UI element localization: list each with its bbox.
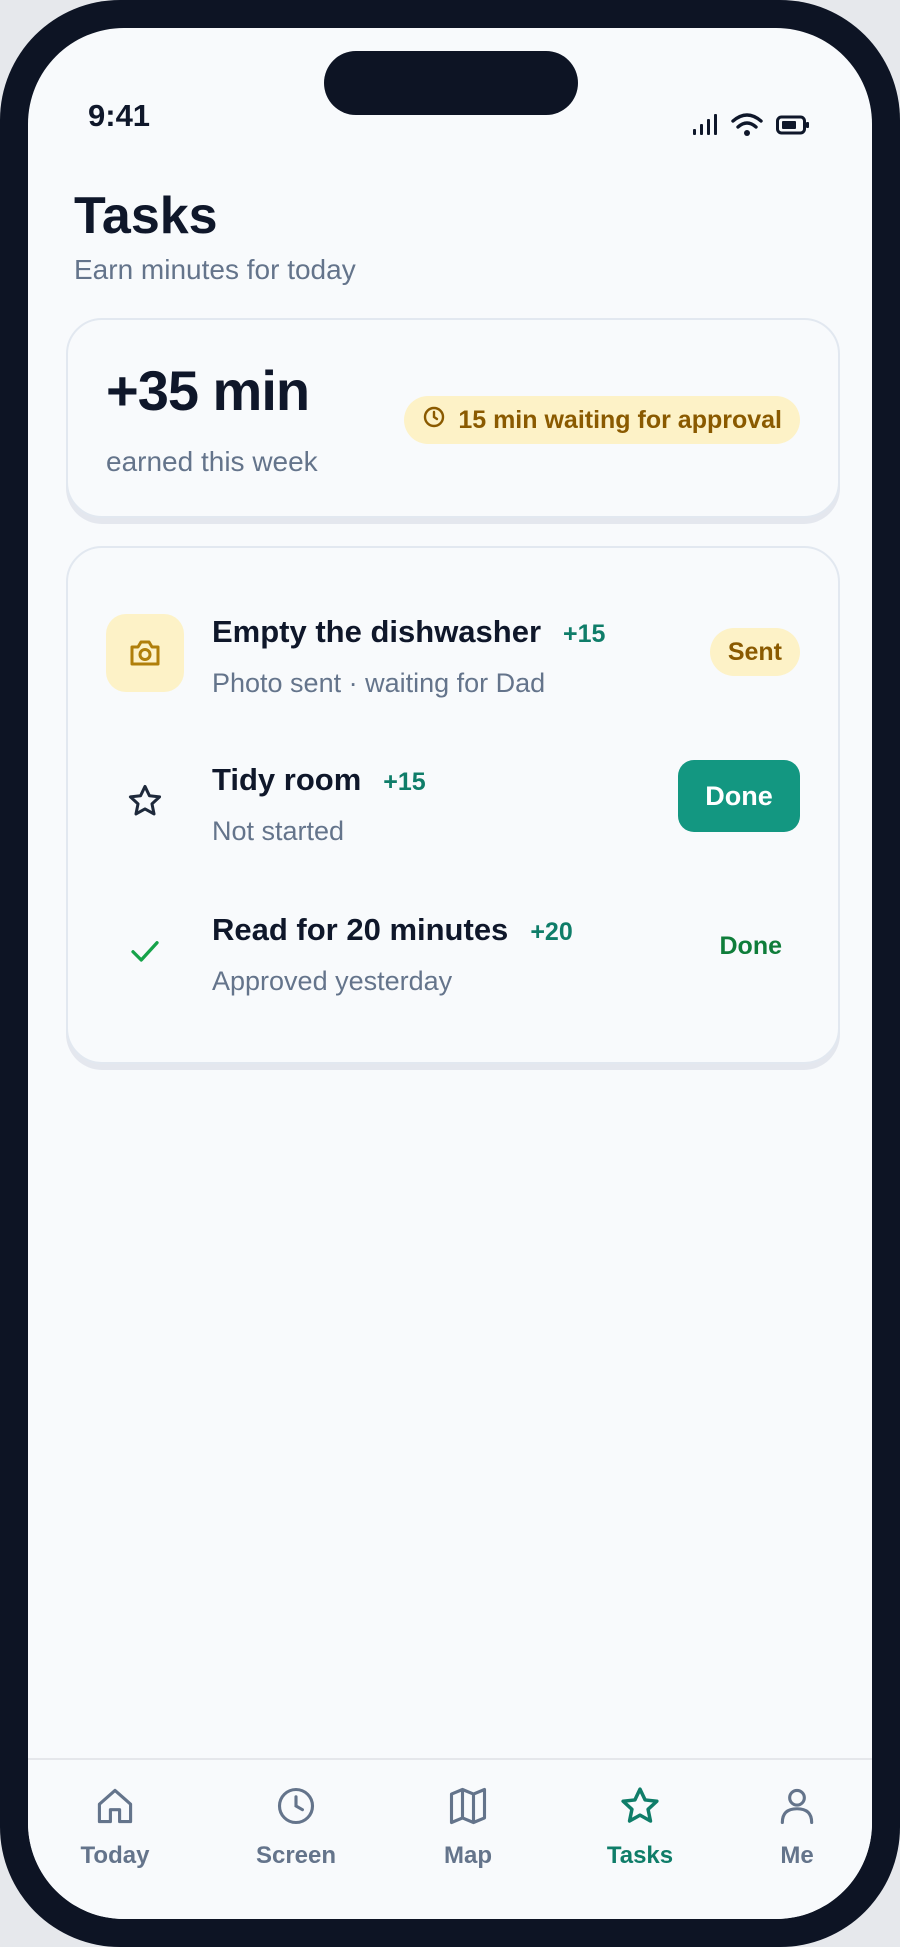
dynamic-island (324, 51, 578, 115)
task-row[interactable]: Read for 20 minutes +20 Approved yesterda… (68, 882, 838, 1002)
status-icons (692, 112, 810, 143)
task-name: Tidy room +15 (212, 762, 426, 798)
task-name-text: Read for 20 minutes (212, 912, 509, 947)
tab-tasks[interactable]: Tasks (575, 1782, 705, 1870)
sent-badge: Sent (709, 628, 800, 676)
wifi-icon (730, 112, 764, 143)
tab-label: Tasks (606, 1842, 674, 1869)
star-icon (106, 762, 184, 840)
done-button[interactable]: Done (678, 760, 800, 832)
weekly-summary-card: +35 min earned this week 15 min waiting … (66, 318, 840, 518)
status-time: 9:41 (88, 98, 151, 133)
home-icon (50, 1782, 180, 1830)
task-status: Photo sent · waiting for Dad (212, 668, 546, 698)
task-status: Not started (212, 816, 345, 846)
star-icon (575, 1782, 705, 1830)
earned-minutes: +35 min (106, 359, 310, 422)
tab-bar: Today Screen Map Tasks Me (28, 1758, 872, 1919)
check-icon (106, 912, 184, 990)
camera-icon (106, 614, 184, 692)
map-icon (403, 1782, 533, 1830)
tab-me[interactable]: Me (732, 1782, 862, 1870)
tab-map[interactable]: Map (403, 1782, 533, 1870)
tab-label: Screen (255, 1842, 337, 1869)
task-name: Read for 20 minutes +20 (212, 912, 573, 948)
task-name-text: Empty the dishwasher (212, 614, 542, 649)
task-points: +20 (530, 918, 573, 946)
task-points: +15 (563, 620, 606, 648)
pending-approval-badge: 15 min waiting for approval (404, 396, 800, 444)
tab-label: Map (444, 1842, 492, 1869)
screen: 9:41 Tasks Earn minutes for today +35 mi… (28, 28, 872, 1919)
page-title: Tasks (74, 187, 218, 245)
clock-icon (422, 405, 446, 436)
tab-screen[interactable]: Screen (231, 1782, 361, 1870)
task-points: +15 (383, 768, 426, 796)
phone-frame: 9:41 Tasks Earn minutes for today +35 mi… (0, 0, 900, 1947)
task-name: Empty the dishwasher +15 (212, 614, 605, 650)
earned-label: earned this week (106, 446, 318, 477)
task-row[interactable]: Empty the dishwasher +15 Photo sent · wai… (68, 584, 838, 704)
done-label: Done (719, 932, 783, 960)
battery-icon (776, 115, 810, 140)
tab-label: Me (780, 1842, 814, 1869)
task-name-text: Tidy room (212, 762, 362, 797)
person-icon (732, 1782, 862, 1830)
clock-icon (231, 1782, 361, 1830)
pending-approval-text: 15 min waiting for approval (458, 405, 782, 434)
tab-label: Today (80, 1842, 150, 1869)
task-row[interactable]: Tidy room +15 Not started Done (68, 732, 838, 852)
signal-icon (692, 113, 718, 142)
page-subtitle: Earn minutes for today (74, 254, 356, 285)
tab-today[interactable]: Today (50, 1782, 180, 1870)
task-status: Approved yesterday (212, 966, 453, 996)
task-list: Empty the dishwasher +15 Photo sent · wai… (66, 546, 840, 1064)
